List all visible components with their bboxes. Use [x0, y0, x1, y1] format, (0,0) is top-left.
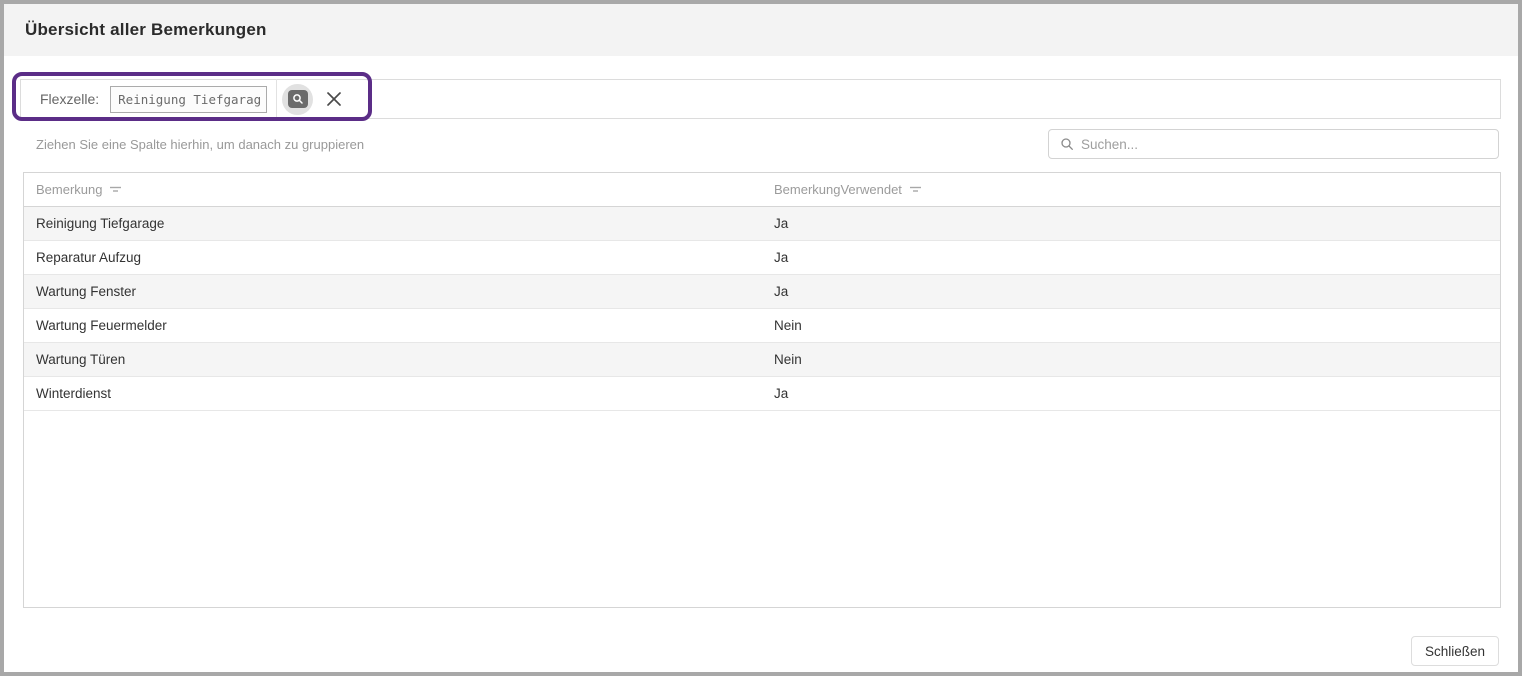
cell-verwendet: Nein [774, 318, 802, 333]
cell-verwendet: Ja [774, 250, 788, 265]
table-row[interactable]: Reparatur Aufzug Ja [24, 241, 1500, 275]
table-row[interactable]: Winterdienst Ja [24, 377, 1500, 411]
flexzelle-label: Flexzelle: [40, 91, 99, 107]
table-row[interactable]: Wartung Feuermelder Nein [24, 309, 1500, 343]
cell-verwendet: Ja [774, 386, 788, 401]
cell-verwendet: Ja [774, 284, 788, 299]
flexzelle-toolbar: Flexzelle: [20, 79, 1501, 119]
dialog-header: Übersicht aller Bemerkungen [4, 4, 1518, 56]
flexzelle-input[interactable] [110, 86, 267, 113]
grid-toprow: Ziehen Sie eine Spalte hierhin, um danac… [23, 129, 1499, 159]
group-panel[interactable]: Ziehen Sie eine Spalte hierhin, um danac… [23, 137, 364, 152]
grid-search-input[interactable] [1081, 131, 1498, 157]
grid-header-row: Bemerkung BemerkungVerwendet [24, 173, 1500, 207]
cell-bemerkung: Wartung Türen [36, 352, 125, 367]
search-button[interactable] [282, 84, 313, 115]
page-title: Übersicht aller Bemerkungen [25, 20, 267, 40]
magnifier-icon [288, 90, 308, 108]
cell-bemerkung: Winterdienst [36, 386, 111, 401]
remarks-grid: Bemerkung BemerkungVerwendet [23, 172, 1501, 608]
clear-button[interactable] [319, 84, 349, 114]
filter-icon[interactable] [909, 185, 922, 195]
toolbar-divider [276, 79, 277, 119]
filter-icon[interactable] [109, 185, 122, 195]
table-row[interactable]: Reinigung Tiefgarage Ja [24, 207, 1500, 241]
search-icon [1060, 137, 1074, 151]
table-row[interactable]: Wartung Fenster Ja [24, 275, 1500, 309]
close-icon [325, 90, 343, 108]
table-row[interactable]: Wartung Türen Nein [24, 343, 1500, 377]
cell-bemerkung: Wartung Fenster [36, 284, 136, 299]
dialog-footer: Schließen [4, 636, 1499, 666]
dialog-window: Übersicht aller Bemerkungen Flexzelle: [0, 0, 1522, 676]
cell-bemerkung: Reparatur Aufzug [36, 250, 141, 265]
grid-body: Reinigung Tiefgarage Ja Reparatur Aufzug… [24, 207, 1500, 411]
column-header-bemerkungverwendet[interactable]: BemerkungVerwendet [762, 182, 1500, 197]
grid-search-box[interactable] [1048, 129, 1499, 159]
cell-verwendet: Nein [774, 352, 802, 367]
close-dialog-button[interactable]: Schließen [1411, 636, 1499, 666]
cell-bemerkung: Wartung Feuermelder [36, 318, 167, 333]
cell-verwendet: Ja [774, 216, 788, 231]
column-header-bemerkung[interactable]: Bemerkung [24, 182, 762, 197]
cell-bemerkung: Reinigung Tiefgarage [36, 216, 164, 231]
